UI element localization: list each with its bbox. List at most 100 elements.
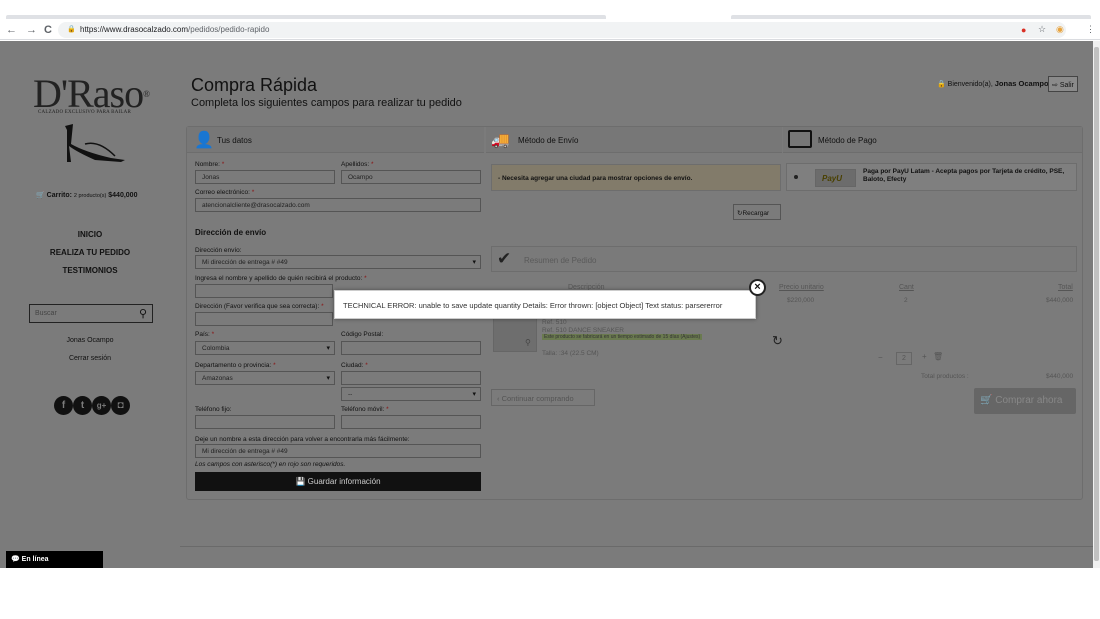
section-header-envio: 🚚 Método de Envío <box>486 127 782 153</box>
envio-warning: - Necesita agregar una ciudad para mostr… <box>491 164 781 191</box>
nombre-field[interactable]: Jonas <box>195 170 335 184</box>
alias-label: Deje un nombre a esta dirección para vol… <box>195 436 410 443</box>
postal-label: Código Postal: <box>341 331 384 338</box>
bookmark-star-icon[interactable]: ☆ <box>1038 24 1046 35</box>
nombre-label: Nombre: * <box>195 161 224 168</box>
total-products-value: $440,000 <box>1046 373 1074 380</box>
url-path: /pedidos/pedido-rapido <box>188 25 270 34</box>
dance-shoe-logo-icon <box>65 124 125 162</box>
trash-icon[interactable]: 🗑 <box>933 352 943 361</box>
url-text[interactable]: https://www.drasocalzado.com/pedidos/ped… <box>80 25 269 34</box>
direccion-field[interactable] <box>195 312 333 326</box>
nav-inicio[interactable]: INICIO <box>0 230 180 239</box>
reload-icon[interactable]: C <box>44 24 52 36</box>
logout-button[interactable]: ⇨ Salir <box>1048 76 1078 92</box>
search-icon[interactable]: ⚲ <box>139 307 147 320</box>
telfijo-field[interactable] <box>195 415 335 429</box>
buy-now-button[interactable]: 🛒 Comprar ahora <box>974 388 1076 414</box>
ciudad-select[interactable]: -- <box>341 387 481 401</box>
page-scrollbar[interactable] <box>1093 41 1100 568</box>
cart-summary[interactable]: 🛒 Carrito: 2 producto(s) $440,000 <box>36 191 137 199</box>
error-message: TECHNICAL ERROR: unable to save update q… <box>343 301 723 310</box>
nav-realiza-pedido[interactable]: REALIZA TU PEDIDO <box>0 248 180 257</box>
required-mark: * <box>371 161 374 168</box>
browser-tab[interactable] <box>6 15 606 19</box>
apellidos-label-text: Apellidos: <box>341 161 370 168</box>
payu-description: Paga por PayU Latam - Acepta pagos por T… <box>863 168 1065 183</box>
back-icon[interactable]: ← <box>6 24 17 36</box>
plus-icon[interactable]: + <box>922 352 927 361</box>
direccion-section-title: Dirección de envío <box>195 228 267 237</box>
section-title-resumen: Resumen de Pedido <box>524 256 597 265</box>
search-input[interactable]: Buscar ⚲ <box>29 304 153 323</box>
save-button[interactable]: 💾 Guardar información <box>195 472 481 491</box>
address-bar[interactable]: 🔒 https://www.drasocalzado.com/pedidos/p… <box>58 22 1066 38</box>
pais-value: Colombia <box>202 345 230 352</box>
apellidos-field[interactable]: Ocampo <box>341 170 481 184</box>
telmovil-field[interactable] <box>341 415 481 429</box>
scrollbar-thumb[interactable] <box>1094 47 1099 561</box>
depto-select[interactable]: Amazonas <box>195 371 335 385</box>
forward-icon[interactable]: → <box>26 24 37 36</box>
required-mark: * <box>211 331 215 338</box>
welcome-user: Jonas Ocampo <box>994 79 1049 88</box>
total-linea: $440,000 <box>1046 297 1074 304</box>
direccion-label: Dirección (Favor verifica que sea correc… <box>195 303 324 310</box>
twitter-icon[interactable]: t <box>73 396 92 415</box>
instagram-icon[interactable]: ◘ <box>111 396 130 415</box>
direccion-label-text: Dirección (Favor verifica que sea correc… <box>195 303 320 310</box>
product-name[interactable]: Ref. 510 DANCE SNEAKER <box>542 327 624 334</box>
welcome-text: 🔒 Bienvenido(a), Jonas Ocampo <box>937 79 1049 88</box>
save-icon: 💾 <box>295 477 306 486</box>
cart-icon: 🛒 <box>36 192 45 199</box>
pais-select[interactable]: Colombia <box>195 341 335 355</box>
product-thumbnail[interactable]: ⚲ <box>493 314 537 352</box>
col-total[interactable]: Total <box>1058 284 1073 291</box>
nombre-label-text: Nombre: <box>195 161 220 168</box>
chevron-left-icon: ‹ <box>497 394 500 403</box>
buy-now-label: Comprar ahora <box>995 395 1063 406</box>
nav-testimonios[interactable]: TESTIMONIOS <box>0 266 180 275</box>
google-plus-icon[interactable]: g+ <box>92 396 111 415</box>
quantity-stepper[interactable]: − 2 + 🗑 <box>875 352 945 366</box>
telmovil-label: Teléfono móvil: * <box>341 406 389 413</box>
alias-field[interactable]: Mi dirección de entrega # #49 <box>195 444 481 458</box>
section-header-pago: Método de Pago <box>783 127 1082 153</box>
close-icon[interactable]: × <box>749 279 766 296</box>
postal-field[interactable] <box>341 341 481 355</box>
site-logo[interactable]: D'Raso® <box>33 74 150 114</box>
depto-label: Departamento o provincia: * <box>195 362 276 369</box>
reload-shipping-button[interactable]: ↻Recargar <box>733 204 781 220</box>
profile-avatar-icon[interactable]: ◉ <box>1056 24 1064 35</box>
correo-field[interactable]: atencionalcliente@drasocalzado.com <box>195 198 481 212</box>
extension-icon[interactable]: ● <box>1021 25 1026 35</box>
lock-icon: 🔒 <box>937 81 946 88</box>
minus-icon[interactable]: − <box>878 353 883 362</box>
quantity-input[interactable]: 2 <box>896 352 912 365</box>
browser-menu-icon[interactable]: ⋮ <box>1086 24 1095 35</box>
continue-shopping-button[interactable]: ‹ Continuar comprando <box>491 389 595 406</box>
apellidos-label: Apellidos: * <box>341 161 374 168</box>
receptor-field[interactable] <box>195 284 333 298</box>
required-mark: * <box>364 275 367 282</box>
required-hint: Los campos con asterisco(*) en rojo son … <box>195 461 346 468</box>
cart-icon: 🛒 <box>980 395 993 406</box>
dir-envio-select[interactable]: Mi dirección de entrega # #49 <box>195 255 481 269</box>
logout-link[interactable]: Cerrar sesión <box>0 355 180 362</box>
telfijo-label: Teléfono fijo: <box>195 406 232 413</box>
col-precio[interactable]: Precio unitario <box>779 284 824 291</box>
user-icon: 👤 <box>194 132 214 149</box>
zoom-icon[interactable]: ⚲ <box>525 338 531 347</box>
ciudad-label-text: Ciudad: <box>341 362 364 369</box>
ciudad-field[interactable] <box>341 371 481 385</box>
col-cant[interactable]: Cant <box>899 284 914 291</box>
continue-shopping-label: Continuar comprando <box>501 394 574 403</box>
chat-widget[interactable]: 💬 En línea <box>6 551 103 568</box>
sidebar-user-name[interactable]: Jonas Ocampo <box>0 337 180 344</box>
payu-radio[interactable] <box>794 175 798 179</box>
browser-tab[interactable] <box>731 15 1091 19</box>
facebook-icon[interactable]: f <box>54 396 73 415</box>
page-title: Compra Rápida <box>191 75 318 95</box>
chat-label: En línea <box>21 556 49 563</box>
product-note: Este producto se fabricará en un tiempo … <box>542 334 703 340</box>
